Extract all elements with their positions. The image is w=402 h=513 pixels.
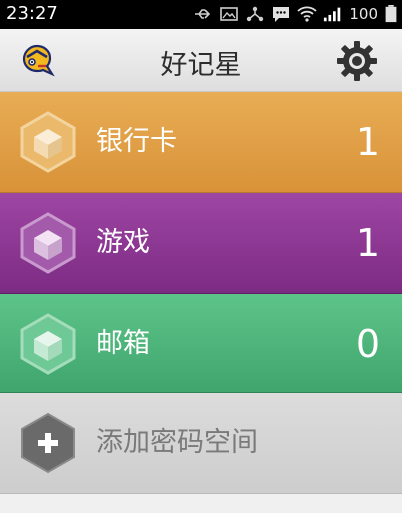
status-bar: 23:27 100 — [0, 0, 402, 29]
usb-icon — [195, 9, 211, 19]
battery-icon — [385, 5, 397, 23]
gear-icon[interactable] — [336, 40, 378, 82]
cube-icon — [20, 111, 76, 173]
space-count: 1 — [355, 120, 380, 164]
bottom-area — [0, 494, 402, 513]
battery-level: 100 — [349, 5, 378, 23]
plus-icon — [21, 412, 75, 474]
space-label: 邮箱 — [96, 328, 150, 359]
signal-icon — [324, 7, 341, 22]
add-space-button[interactable]: 添加密码空间 — [0, 393, 402, 494]
space-count: 0 — [355, 322, 380, 366]
image-icon — [220, 7, 239, 21]
space-count: 1 — [355, 221, 380, 265]
status-time: 23:27 — [6, 3, 58, 24]
cube-icon — [20, 313, 76, 375]
space-row-mail[interactable]: 邮箱 0 — [0, 294, 402, 393]
space-row-game[interactable]: 游戏 1 — [0, 193, 402, 294]
space-label: 游戏 — [96, 227, 150, 258]
app-header: 好记星 — [0, 29, 402, 92]
space-label: 银行卡 — [96, 126, 177, 157]
share-icon — [247, 6, 264, 22]
message-icon — [273, 7, 290, 22]
cube-icon — [20, 212, 76, 274]
status-icons: 100 — [193, 4, 398, 24]
wifi-icon — [297, 6, 317, 22]
add-space-label: 添加密码空间 — [96, 427, 258, 458]
space-row-bank-card[interactable]: 银行卡 1 — [0, 92, 402, 193]
